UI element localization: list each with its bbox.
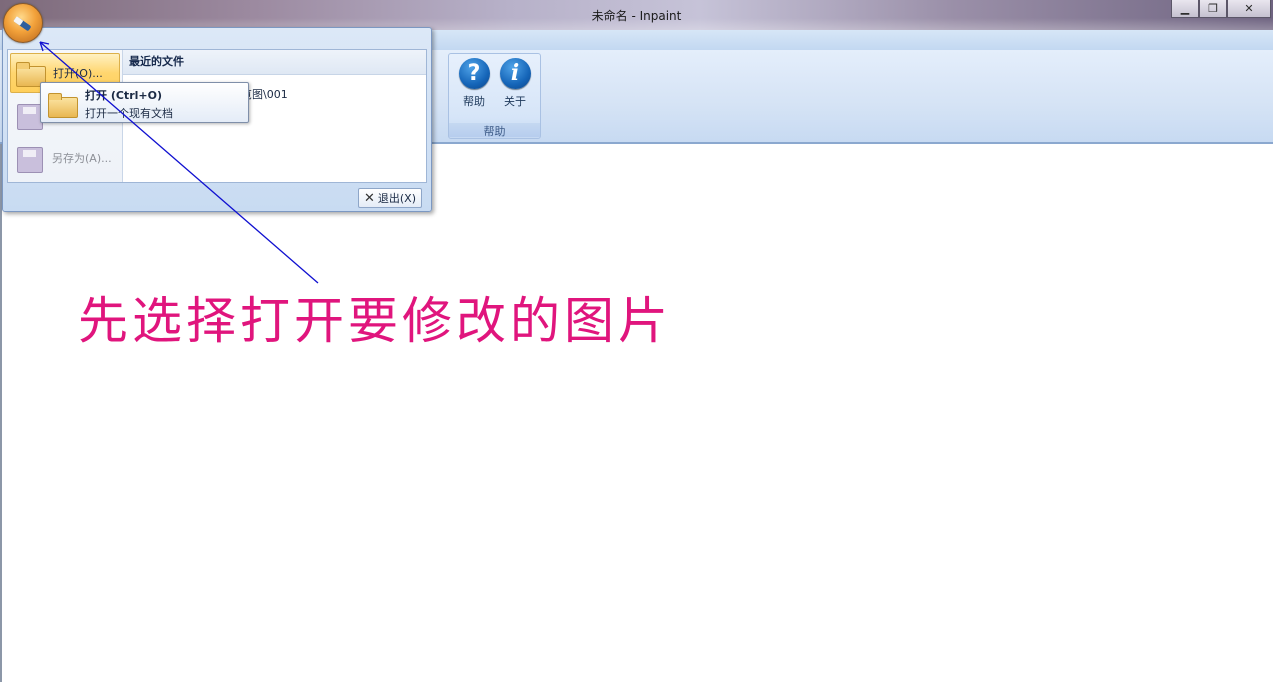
- folder-open-icon: [47, 91, 78, 118]
- save-as-icon: [14, 145, 44, 173]
- info-icon: i: [499, 58, 531, 89]
- instruction-annotation: 先选择打开要修改的图片: [78, 292, 672, 350]
- close-button[interactable]: ✕: [1227, 0, 1271, 18]
- about-button[interactable]: i 关于: [495, 58, 535, 110]
- exit-button-label: 退出(X): [377, 192, 417, 205]
- help-button[interactable]: ? 帮助: [454, 58, 494, 110]
- image-canvas[interactable]: [0, 144, 1273, 682]
- close-icon: ✕: [363, 190, 375, 206]
- recent-files-header: 最近的文件: [123, 50, 426, 75]
- tooltip-description: 打开一个现有文档: [85, 107, 173, 120]
- menu-item-open-label: 打开(O)...: [53, 67, 103, 80]
- help-group: ? 帮助 i 关于 帮助: [448, 53, 541, 139]
- restore-button[interactable]: ❐: [1199, 0, 1227, 18]
- title-bar: 未命名 - Inpaint ▁ ❐ ✕: [0, 0, 1273, 30]
- help-group-label: 帮助: [449, 123, 540, 138]
- exit-button[interactable]: ✕ 退出(X): [358, 188, 422, 208]
- help-icon: ?: [458, 58, 490, 89]
- menu-item-save-as[interactable]: 另存为(A)...: [10, 138, 120, 178]
- tooltip-title: 打开 (Ctrl+O): [85, 89, 162, 102]
- window-title: 未命名 - Inpaint: [591, 9, 682, 23]
- minimize-button[interactable]: ▁: [1171, 0, 1199, 18]
- menu-item-save-as-label: 另存为(A)...: [52, 152, 112, 165]
- inpaint-logo-icon: [13, 16, 31, 31]
- application-orb-button[interactable]: [3, 3, 43, 43]
- help-button-label: 帮助: [463, 95, 485, 108]
- about-button-label: 关于: [504, 95, 526, 108]
- window-controls: ▁ ❐ ✕: [1171, 0, 1271, 18]
- open-tooltip: 打开 (Ctrl+O) 打开一个现有文档: [40, 82, 249, 123]
